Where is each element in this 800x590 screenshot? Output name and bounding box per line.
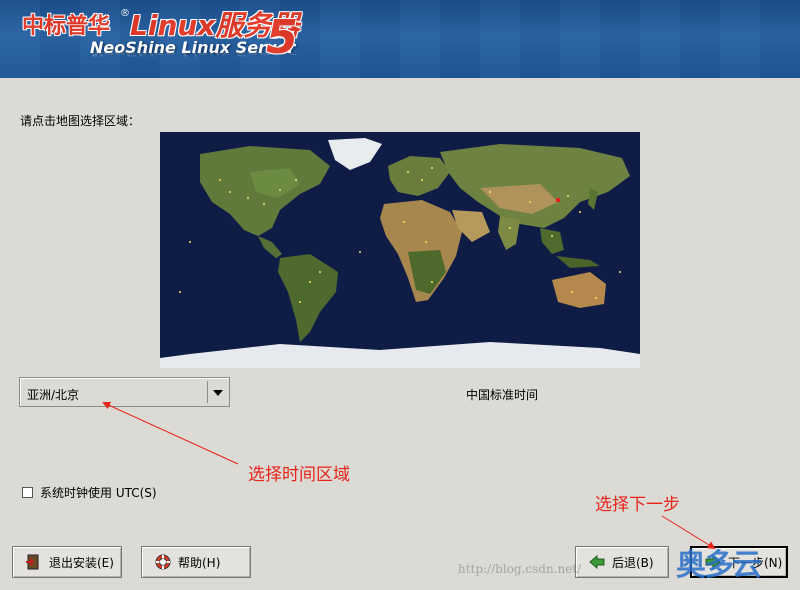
watermark-url: http://blog.csdn.net/ (458, 562, 582, 576)
world-map[interactable] (160, 132, 640, 368)
annotation-select-zone: 选择时间区域 (248, 465, 350, 485)
timezone-select-value: 亚洲/北京 (27, 388, 80, 402)
chevron-down-icon[interactable] (213, 390, 223, 396)
brand-chinese: 中标普华 (22, 14, 111, 39)
combo-separator (207, 381, 208, 403)
brand-english: NeoShine Linux Server (90, 38, 296, 57)
watermark-logo: 奥多云 (676, 548, 762, 583)
timezone-description: 中国标准时间 (466, 388, 539, 402)
utc-checkbox-row[interactable]: 系统时钟使用 UTC(S) (22, 484, 157, 501)
timezone-select[interactable]: 亚洲/北京 (19, 377, 230, 407)
brand-registered-mark: ® (120, 8, 130, 19)
back-label: 后退(B) (612, 555, 654, 570)
utc-checkbox[interactable] (22, 487, 33, 498)
header-banner: 中标普华 ® Linux服务器 NeoShine Linux Server Ne… (0, 0, 800, 78)
utc-checkbox-label: 系统时钟使用 UTC(S) (40, 486, 157, 500)
brand-version: 5 (266, 10, 299, 64)
back-button[interactable]: 后退(B) (575, 546, 669, 578)
world-map-image (160, 132, 640, 368)
exit-install-button[interactable]: 退出安装(E) (12, 546, 122, 578)
help-label: 帮助(H) (178, 555, 221, 570)
exit-door-icon (25, 553, 43, 571)
help-button[interactable]: 帮助(H) (141, 546, 251, 578)
lifebuoy-icon (154, 553, 172, 571)
annotation-select-next: 选择下一步 (595, 495, 680, 515)
arrow-left-icon (588, 553, 606, 571)
selected-city-marker (556, 198, 560, 202)
brand-linux: Linux服务器 (130, 9, 300, 42)
brand-english-reflection: NeoShine Linux Server (90, 48, 296, 59)
exit-install-label: 退出安装(E) (49, 555, 114, 570)
map-prompt-label: 请点击地图选择区域： (20, 114, 141, 128)
